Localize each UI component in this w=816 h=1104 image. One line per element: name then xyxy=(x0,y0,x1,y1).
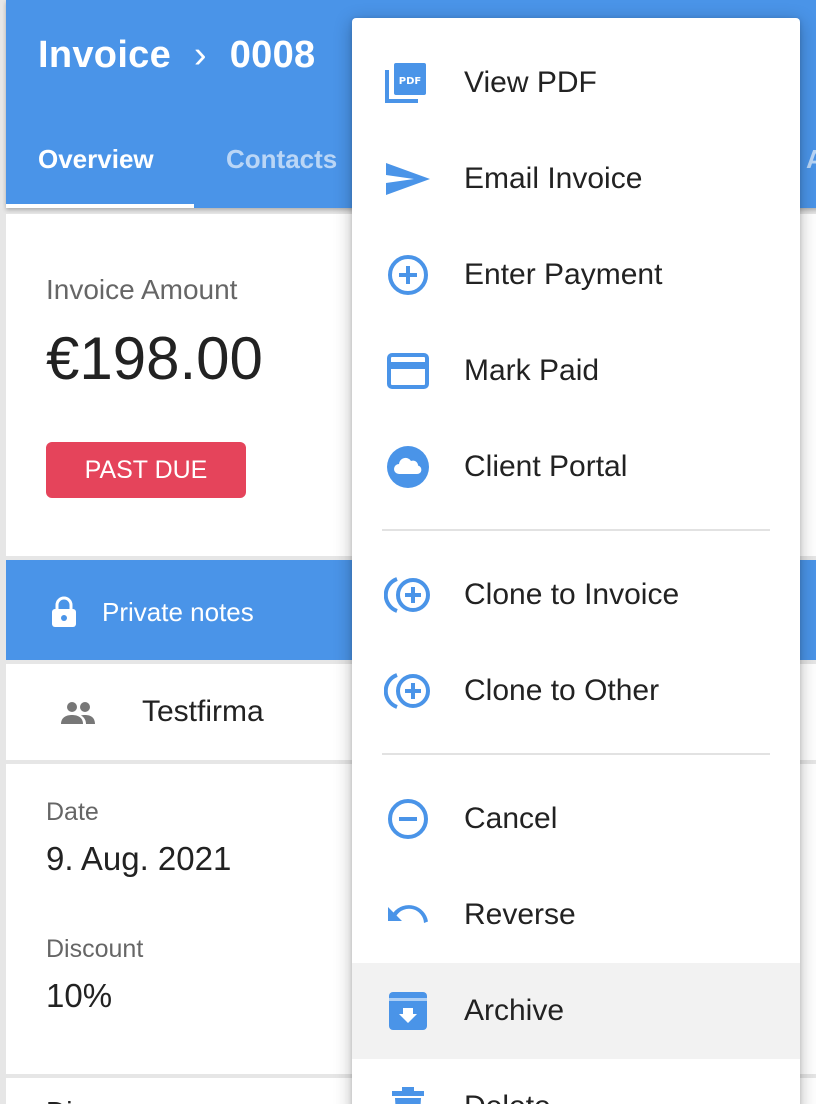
lock-icon xyxy=(50,596,78,633)
amount-label: Invoice Amount xyxy=(46,274,238,305)
actions-menu: PDF View PDF Email Invoice Enter Payment xyxy=(352,18,800,1104)
menu-item-client-portal[interactable]: Client Portal xyxy=(352,419,800,515)
pdf-icon: PDF xyxy=(384,61,432,105)
tab-contacts[interactable]: Contacts xyxy=(226,144,337,175)
active-tab-indicator xyxy=(6,204,194,208)
menu-label: Mark Paid xyxy=(464,354,600,387)
cloud-icon xyxy=(384,445,432,489)
menu-item-mark-paid[interactable]: Mark Paid xyxy=(352,323,800,419)
credit-card-icon xyxy=(384,349,432,393)
discount-value: 10% xyxy=(46,977,113,1014)
menu-label: Cancel xyxy=(464,802,558,835)
date-value: 9. Aug. 2021 xyxy=(46,840,232,877)
remove-circle-icon xyxy=(384,797,432,841)
add-circle-icon xyxy=(384,253,432,297)
menu-label: Reverse xyxy=(464,898,576,931)
private-notes-label: Private notes xyxy=(102,597,254,627)
svg-text:PDF: PDF xyxy=(399,76,421,87)
menu-label: Email Invoice xyxy=(464,162,643,195)
undo-icon xyxy=(384,893,432,937)
menu-label: Enter Payment xyxy=(464,258,663,291)
menu-item-delete[interactable]: Delete xyxy=(352,1059,800,1104)
amount-value: €198.00 xyxy=(46,325,263,392)
status-badge: PAST DUE xyxy=(46,442,246,498)
breadcrumb-separator: › xyxy=(193,34,207,76)
menu-label: Archive xyxy=(464,994,565,1027)
menu-label: Clone to Other xyxy=(464,674,660,707)
menu-item-clone-to-other[interactable]: Clone to Other xyxy=(352,643,800,739)
menu-label: View PDF xyxy=(464,66,597,99)
date-label: Date xyxy=(46,798,99,826)
menu-divider xyxy=(382,529,770,531)
menu-item-email-invoice[interactable]: Email Invoice xyxy=(352,131,800,227)
partial-field-label: Di xyxy=(46,1096,72,1104)
people-icon xyxy=(60,700,96,731)
clone-icon xyxy=(383,573,432,617)
breadcrumb-invoice[interactable]: Invoice xyxy=(38,34,171,76)
menu-label: Clone to Invoice xyxy=(464,578,680,611)
menu-item-clone-to-invoice[interactable]: Clone to Invoice xyxy=(352,547,800,643)
menu-label: Delete xyxy=(464,1090,551,1104)
menu-divider xyxy=(382,753,770,755)
menu-item-view-pdf[interactable]: PDF View PDF xyxy=(352,35,800,131)
invoice-number: 0008 xyxy=(229,34,316,76)
page-title: Invoice › 0008 xyxy=(38,34,315,77)
archive-icon xyxy=(384,989,432,1033)
clone-icon xyxy=(383,669,432,713)
tab-overview[interactable]: Overview xyxy=(38,144,154,175)
menu-label: Client Portal xyxy=(464,450,628,483)
menu-item-cancel[interactable]: Cancel xyxy=(352,771,800,867)
discount-label: Discount xyxy=(46,935,144,963)
menu-item-enter-payment[interactable]: Enter Payment xyxy=(352,227,800,323)
send-icon xyxy=(384,157,432,201)
menu-item-reverse[interactable]: Reverse xyxy=(352,867,800,963)
client-name: Testfirma xyxy=(142,695,264,728)
menu-item-archive[interactable]: Archive xyxy=(352,963,800,1059)
tab-next-partial[interactable]: Ac xyxy=(806,144,816,175)
trash-icon xyxy=(384,1085,432,1104)
